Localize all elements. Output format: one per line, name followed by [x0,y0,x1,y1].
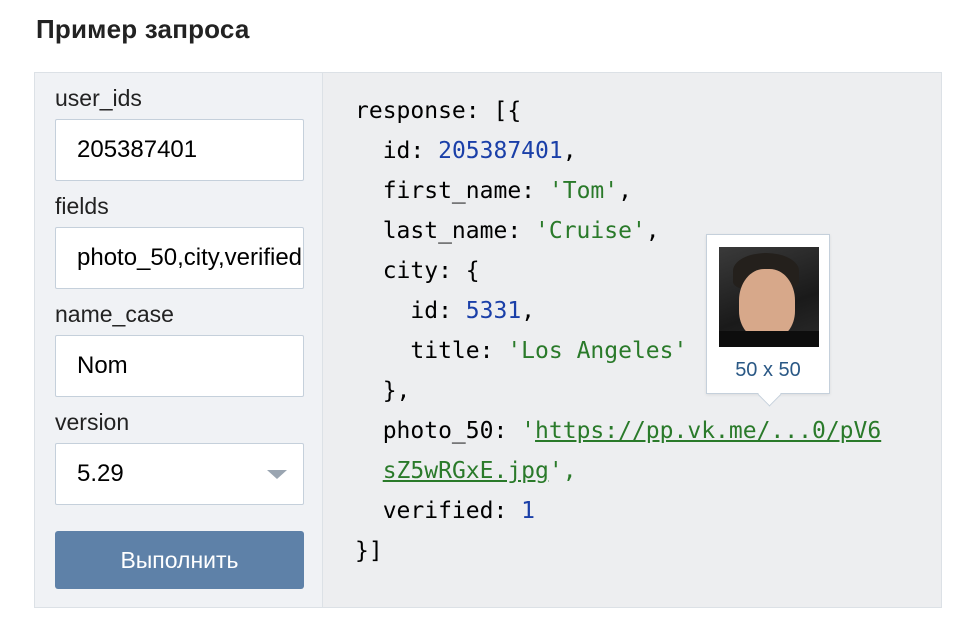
avatar-photo [719,247,819,347]
code-line-photo: photo_50: 'https://pp.vk.me/...0/pV6 [355,418,882,444]
code-line-photo-cont: sZ5wRGxE.jpg', [382,458,577,484]
code-line-first-name: first_name: 'Tom', [355,178,632,204]
code-line-id: id: 205387401, [355,138,577,164]
request-form: user_ids 205387401 fields photo_50,city,… [35,73,323,607]
version-label: version [55,409,130,435]
code-line-verified: verified: 1 [355,498,536,524]
code-line-open: response: [{ [355,98,522,124]
version-select[interactable]: 5.29 [55,443,304,505]
photo-link[interactable]: https://pp.vk.me/...0/pV6 [535,418,881,444]
response-area: response: [{ id: 205387401, first_name: … [323,73,941,607]
name-case-input[interactable]: Nom [55,335,304,397]
name-case-label: name_case [55,301,174,327]
user-ids-input[interactable]: 205387401 [55,119,304,181]
version-select-value: 5.29 [77,460,124,487]
photo-link-cont[interactable]: sZ5wRGxE.jpg [383,458,549,484]
run-button[interactable]: Выполнить [55,531,304,589]
section-title: Пример запроса [36,14,250,44]
photo-size-label: 50 x 50 [735,359,801,381]
chevron-down-icon [267,470,287,479]
fields-input[interactable]: photo_50,city,verified [55,227,304,289]
fields-label: fields [55,193,109,219]
code-line-close: }] [355,538,383,564]
photo-preview-tooltip: 50 x 50 [706,234,830,407]
user-ids-label: user_ids [55,85,142,111]
